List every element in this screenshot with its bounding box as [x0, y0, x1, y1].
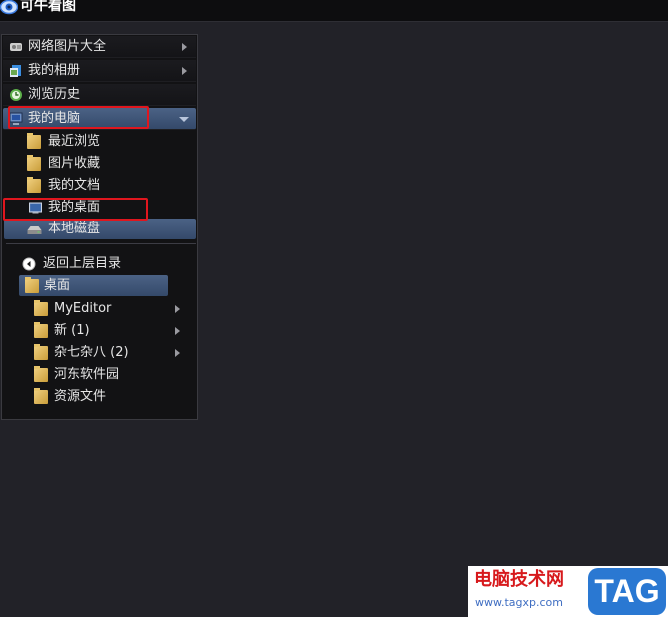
- nav-item-history[interactable]: 浏览历史: [3, 84, 196, 106]
- nav-item-documents[interactable]: 我的文档: [2, 175, 195, 197]
- tree-item-label: MyEditor: [54, 301, 112, 316]
- folder-icon: [34, 388, 48, 404]
- tree-item-label: 桌面: [44, 278, 71, 293]
- nav-item-label: 最近浏览: [48, 134, 101, 149]
- tree-item-label: 杂七杂八 (2): [54, 345, 129, 360]
- tree-folder-resources[interactable]: 资源文件: [2, 386, 195, 408]
- divider: [6, 243, 196, 244]
- nav-item-label: 本地磁盘: [48, 221, 101, 236]
- tree-folder-misc[interactable]: 杂七杂八 (2): [2, 342, 195, 364]
- nav-item-favorites[interactable]: 图片收藏: [2, 153, 195, 175]
- disk-icon: [27, 226, 42, 234]
- folder-icon: [25, 277, 39, 293]
- highlight-box-my-desktop: [3, 198, 148, 221]
- documents-folder-icon: [27, 177, 41, 193]
- tree-folder-hedong[interactable]: 河东软件园: [2, 364, 195, 386]
- album-icon: [10, 65, 21, 77]
- chevron-down-icon[interactable]: [179, 117, 189, 122]
- submenu-arrow-icon[interactable]: [182, 67, 187, 75]
- tree-folder-new[interactable]: 新 (1): [2, 320, 195, 342]
- tree-current-desktop[interactable]: 桌面: [19, 275, 168, 296]
- highlight-box-my-computer: [8, 106, 149, 129]
- web-gallery-icon: [10, 43, 22, 51]
- back-arrow-icon: [22, 257, 36, 271]
- expand-arrow-icon[interactable]: [175, 349, 180, 357]
- nav-item-label: 我的文档: [48, 178, 101, 193]
- folder-icon: [34, 344, 48, 360]
- app-title: 可牛看图: [20, 0, 76, 14]
- submenu-arrow-icon[interactable]: [182, 43, 187, 51]
- folder-icon: [34, 300, 48, 316]
- eye-logo-icon: [0, 0, 18, 15]
- favorites-folder-icon: [27, 155, 41, 171]
- nav-item-label: 我的相册: [28, 63, 81, 78]
- watermark-title: 电脑技术网: [474, 569, 564, 590]
- history-icon: [10, 89, 22, 101]
- watermark: 电脑技术网 www.tagxp.com TAG: [468, 566, 668, 617]
- nav-item-label: 图片收藏: [48, 156, 101, 171]
- tree-item-label: 资源文件: [54, 389, 107, 404]
- recent-folder-icon: [27, 133, 41, 149]
- tree-item-label: 新 (1): [54, 323, 90, 338]
- navigation-panel: 网络图片大全 我的相册 浏览历史 我的电脑 最近浏览 图片收藏 我的文档 我的桌…: [1, 34, 198, 420]
- nav-item-local-disk[interactable]: 本地磁盘: [4, 219, 196, 239]
- tree-folder-myeditor[interactable]: MyEditor: [2, 298, 195, 320]
- expand-arrow-icon[interactable]: [175, 327, 180, 335]
- watermark-url: www.tagxp.com: [475, 596, 563, 609]
- nav-item-label: 浏览历史: [28, 87, 81, 102]
- tree-item-label: 河东软件园: [54, 367, 120, 382]
- back-to-parent[interactable]: 返回上层目录: [2, 253, 195, 275]
- nav-item-recent[interactable]: 最近浏览: [2, 131, 195, 153]
- watermark-tag-logo: TAG: [588, 568, 666, 615]
- nav-item-my-album[interactable]: 我的相册: [3, 60, 196, 82]
- back-label: 返回上层目录: [43, 256, 122, 271]
- title-bar: 可牛看图: [0, 0, 668, 22]
- expand-arrow-icon[interactable]: [175, 305, 180, 313]
- folder-icon: [34, 366, 48, 382]
- nav-item-label: 网络图片大全: [28, 39, 107, 54]
- folder-icon: [34, 322, 48, 338]
- nav-item-web-gallery[interactable]: 网络图片大全: [3, 36, 196, 58]
